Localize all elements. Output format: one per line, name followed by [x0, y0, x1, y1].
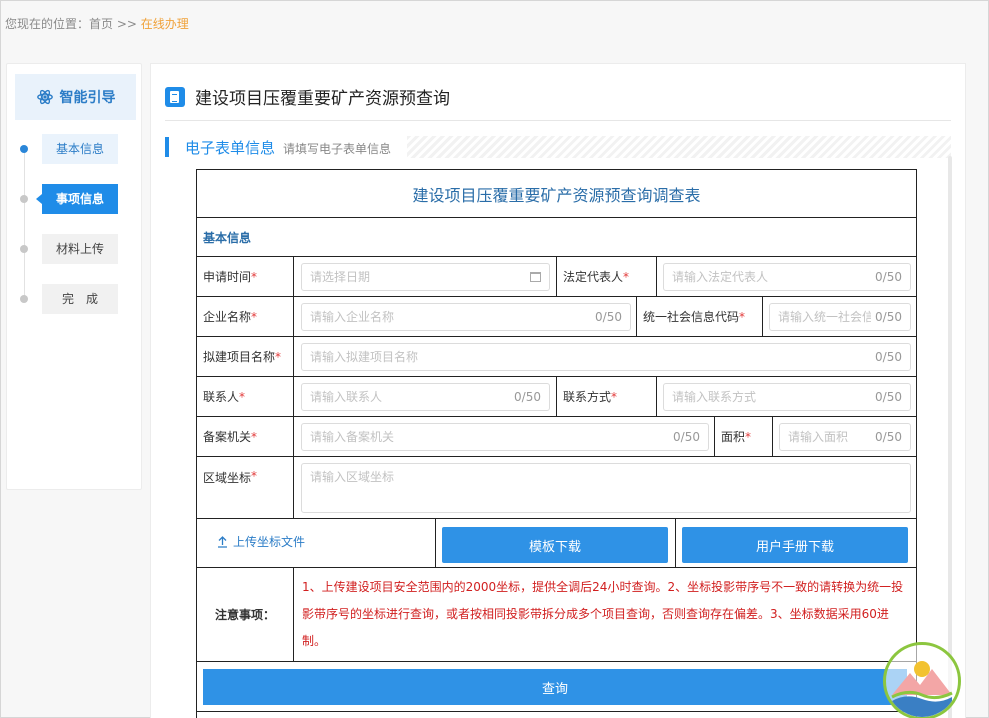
step-label: 事项信息	[36, 184, 118, 214]
upload-row: 上传坐标文件 模板下载 用户手册下载	[197, 519, 916, 568]
step-label: 完 成	[42, 284, 118, 314]
apply-time-label: 申请时间 *	[197, 257, 294, 296]
agency-cell: 请输入备案机关 0/50	[294, 417, 715, 456]
smart-guide-label: 智能引导	[59, 90, 116, 106]
section-name: 电子表单信息	[185, 139, 276, 157]
step-basic-info[interactable]: 基本信息	[7, 134, 143, 164]
legal-rep-cell: 请输入法定代表人 0/50	[657, 257, 916, 296]
sidebar: 智能引导 基本信息 事项信息 材料上传 完 成	[6, 63, 142, 490]
step-connector	[24, 150, 25, 300]
document-icon	[165, 86, 185, 107]
main-panel: 建设项目压覆重要矿产资源预查询 电子表单信息 请填写电子表单信息 建设项目压覆重…	[150, 63, 966, 718]
section-header: 电子表单信息 请填写电子表单信息	[165, 136, 951, 158]
form-title-row: 建设项目压覆重要矿产资源预查询调查表	[197, 170, 916, 218]
phone-label: 联系方式 *	[557, 377, 657, 416]
page-title-text: 建设项目压覆重要矿产资源预查询	[195, 89, 450, 109]
mountain-logo-icon	[891, 661, 953, 717]
form-row: 申请时间 * 请选择日期 法定代表人 * 请输入法定代表人 0/50	[197, 257, 916, 297]
project-input[interactable]: 请输入拟建项目名称 0/50	[301, 343, 911, 371]
calendar-icon	[530, 272, 541, 282]
template-cell: 模板下载	[436, 519, 676, 567]
atom-icon	[36, 89, 53, 105]
agency-input[interactable]: 请输入备案机关 0/50	[301, 423, 709, 451]
company-cell: 请输入企业名称 0/50	[294, 297, 637, 336]
coords-textarea[interactable]: 请输入区域坐标	[301, 463, 911, 513]
divider	[165, 120, 951, 121]
manual-cell: 用户手册下载	[676, 519, 916, 567]
section-accent-bar	[165, 137, 169, 157]
logo-watermark	[883, 642, 961, 718]
basic-info-header: 基本信息	[203, 230, 252, 245]
query-row: 查询	[197, 662, 916, 712]
breadcrumb: 您现在的位置：首页 >> 在线办理	[5, 15, 189, 32]
project-label: 拟建项目名称 *	[197, 337, 294, 376]
step-dot	[20, 195, 28, 203]
smart-guide-header[interactable]: 智能引导	[15, 74, 136, 120]
apply-time-cell: 请选择日期	[294, 257, 557, 296]
upload-coords-link[interactable]: 上传坐标文件	[217, 533, 305, 550]
form-row: 拟建项目名称 * 请输入拟建项目名称 0/50	[197, 337, 916, 377]
notice-label-cell: 注意事项：	[197, 568, 294, 661]
company-label: 企业名称 *	[197, 297, 294, 336]
area-label: 面积 *	[715, 417, 773, 456]
breadcrumb-current[interactable]: 在线办理	[141, 17, 189, 31]
step-dot	[20, 145, 28, 153]
basic-info-row: 基本信息	[197, 218, 916, 257]
scrollbar[interactable]	[948, 156, 952, 718]
template-download-button[interactable]: 模板下载	[442, 527, 668, 563]
notice-text-cell: 1、上传建设项目安全范围内的2000坐标，提供全调后24小时查询。2、坐标投影带…	[294, 568, 916, 661]
area-cell: 请输入面积 0/50	[773, 417, 916, 456]
step-label: 材料上传	[42, 234, 118, 264]
page-title: 建设项目压覆重要矿产资源预查询	[165, 84, 450, 109]
legal-rep-label: 法定代表人 *	[557, 257, 657, 296]
area-input[interactable]: 请输入面积 0/50	[779, 423, 911, 451]
form-row: 企业名称 * 请输入企业名称 0/50 统一社会信息代码 * 请输入统一社会信 0/50	[197, 297, 916, 337]
upload-icon	[218, 535, 227, 548]
breadcrumb-prefix: 您现在的位置：首页 >>	[5, 17, 141, 31]
form-row: 备案机关 * 请输入备案机关 0/50 面积 * 请输入面积 0/50	[197, 417, 916, 457]
credit-code-input[interactable]: 请输入统一社会信 0/50	[769, 303, 911, 331]
contact-label: 联系人 *	[197, 377, 294, 416]
section-hint: 请填写电子表单信息	[283, 142, 392, 156]
credit-code-label: 统一社会信息代码 *	[637, 297, 763, 336]
project-cell: 请输入拟建项目名称 0/50	[294, 337, 916, 376]
query-button[interactable]: 查询	[203, 669, 907, 705]
legal-rep-input[interactable]: 请输入法定代表人 0/50	[663, 263, 911, 291]
coords-cell: 请输入区域坐标	[294, 457, 916, 518]
step-dot	[20, 245, 28, 253]
form-title: 建设项目压覆重要矿产资源预查询调查表	[412, 185, 701, 205]
step-upload[interactable]: 材料上传	[7, 234, 143, 264]
contact-cell: 请输入联系人 0/50	[294, 377, 557, 416]
survey-form: 建设项目压覆重要矿产资源预查询调查表 基本信息 申请时间 * 请选择日期 法定代表…	[196, 169, 917, 718]
step-item-info[interactable]: 事项信息	[7, 184, 143, 214]
company-input[interactable]: 请输入企业名称 0/50	[301, 303, 631, 331]
phone-cell: 请输入联系方式 0/50	[657, 377, 916, 416]
step-label: 基本信息	[42, 134, 118, 164]
notice-label: 注意事项：	[214, 608, 275, 622]
agency-label: 备案机关 *	[197, 417, 294, 456]
credit-code-cell: 请输入统一社会信 0/50	[763, 297, 916, 336]
coords-label: 区域坐标 *	[197, 457, 294, 518]
form-row: 区域坐标 * 请输入区域坐标	[197, 457, 916, 519]
phone-input[interactable]: 请输入联系方式 0/50	[663, 383, 911, 411]
apply-time-datepicker[interactable]: 请选择日期	[301, 263, 550, 291]
step-dot	[20, 295, 28, 303]
form-row: 联系人 * 请输入联系人 0/50 联系方式 * 请输入联系方式 0/50	[197, 377, 916, 417]
manual-download-button[interactable]: 用户手册下载	[682, 527, 908, 563]
contact-input[interactable]: 请输入联系人 0/50	[301, 383, 550, 411]
section-stripes	[407, 136, 951, 158]
upload-cell: 上传坐标文件	[197, 519, 436, 567]
notice-text: 1、上传建设项目安全范围内的2000坐标，提供全调后24小时查询。2、坐标投影带…	[302, 580, 904, 648]
notice-row: 注意事项： 1、上传建设项目安全范围内的2000坐标，提供全调后24小时查询。2…	[197, 568, 916, 662]
step-complete[interactable]: 完 成	[7, 284, 143, 314]
